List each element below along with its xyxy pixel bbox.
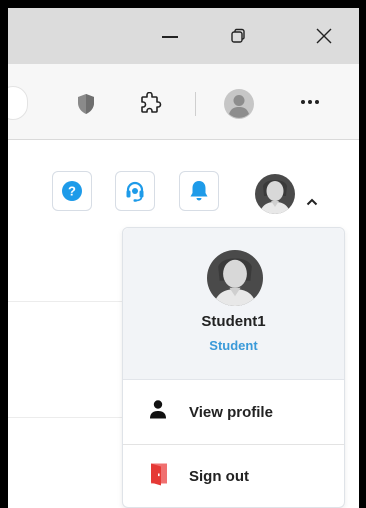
divider-line <box>8 417 128 418</box>
chevron-up-icon <box>306 198 318 206</box>
more-options-button[interactable] <box>297 92 323 112</box>
avatar <box>207 250 263 306</box>
user-role: Student <box>209 338 258 353</box>
help-icon: ? <box>62 181 82 201</box>
extensions-button[interactable] <box>137 91 163 117</box>
profile-icon <box>224 89 254 119</box>
chevron-up-button[interactable] <box>306 193 318 211</box>
sign-out-door-icon <box>149 462 171 491</box>
view-profile-label: View profile <box>189 403 273 421</box>
user-name: Student1 <box>201 313 266 330</box>
close-icon <box>316 28 332 44</box>
svg-text:?: ? <box>68 184 76 199</box>
support-headset-icon <box>126 181 144 202</box>
minimize-button[interactable] <box>150 20 190 52</box>
profile-menu-header: Student1 Student <box>123 228 344 380</box>
browser-window: ? Student1 Student View profile Sign out <box>8 8 359 508</box>
minimize-icon <box>162 36 178 38</box>
profile-button[interactable] <box>224 89 254 119</box>
sign-out-item[interactable]: Sign out <box>123 445 344 507</box>
page-content: ? Student1 Student View profile Sign out <box>8 141 359 508</box>
browser-toolbar <box>8 64 359 140</box>
restore-icon <box>231 28 245 43</box>
notifications-bell-icon <box>190 181 208 201</box>
restore-button[interactable] <box>218 20 258 52</box>
shield-button[interactable] <box>74 92 98 116</box>
divider-line <box>8 301 128 302</box>
puzzle-extensions-icon <box>141 92 162 113</box>
user-avatar-button[interactable] <box>255 174 295 214</box>
more-options-icon <box>301 100 319 104</box>
sign-out-label: Sign out <box>189 467 249 485</box>
close-button[interactable] <box>304 20 344 52</box>
address-bar-edge[interactable] <box>8 86 28 120</box>
support-button[interactable] <box>115 171 155 211</box>
user-avatar-icon <box>255 174 295 214</box>
notifications-button[interactable] <box>179 171 219 211</box>
shield-icon <box>78 94 94 114</box>
toolbar-separator <box>195 92 196 116</box>
help-button[interactable]: ? <box>52 171 92 211</box>
view-profile-item[interactable]: View profile <box>123 381 344 443</box>
user-avatar-icon <box>207 250 263 306</box>
title-bar <box>8 8 359 64</box>
profile-dropdown-menu: Student1 Student View profile Sign out <box>122 227 345 508</box>
person-icon <box>149 400 167 425</box>
